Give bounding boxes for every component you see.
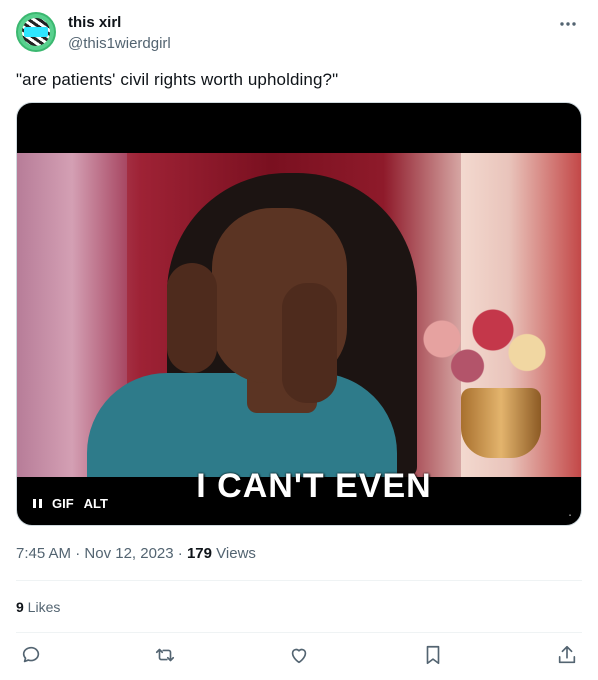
tweet-date[interactable]: Nov 12, 2023: [84, 545, 173, 562]
more-options-icon[interactable]: [556, 14, 580, 34]
tweet-header: this xirl @this1wierdgirl: [16, 12, 582, 56]
meta-separator: ·: [173, 545, 187, 562]
share-icon[interactable]: [556, 644, 580, 668]
likes-label: Likes: [23, 599, 61, 615]
tweet-meta: 7:45 AM · Nov 12, 2023 · 179 Views: [16, 545, 256, 562]
gif-media[interactable]: I CAN'T EVEN GIF ALT ▪: [16, 102, 582, 526]
meta-separator: ·: [71, 545, 85, 562]
tweet-time[interactable]: 7:45 AM: [16, 545, 71, 562]
views-count: 179: [186, 545, 212, 562]
bookmark-icon[interactable]: [422, 644, 446, 668]
action-bar: [16, 644, 582, 668]
gif-label: GIF: [52, 496, 74, 511]
likes-link[interactable]: 9 Likes: [16, 599, 60, 615]
divider: [16, 580, 582, 581]
likes-count: 9: [16, 599, 24, 615]
divider: [16, 632, 582, 633]
alt-button[interactable]: ALT: [84, 496, 108, 511]
pause-icon[interactable]: [33, 499, 42, 508]
retweet-icon[interactable]: [154, 644, 178, 668]
shirt: [87, 373, 397, 477]
watermark: ▪: [568, 513, 571, 519]
handle[interactable]: @this1wierdgirl: [68, 35, 171, 52]
media-controls: GIF ALT: [33, 496, 108, 511]
display-name[interactable]: this xirl: [68, 14, 121, 31]
tweet-text: "are patients' civil rights worth uphold…: [16, 70, 339, 89]
vase: [461, 388, 541, 458]
avatar[interactable]: [16, 12, 56, 52]
hand-left: [167, 263, 217, 373]
hand-right: [282, 283, 337, 403]
avatar-badge: [24, 27, 48, 37]
views-label: Views: [212, 545, 256, 562]
like-icon[interactable]: [288, 644, 312, 668]
gif-frame: [17, 153, 581, 477]
reply-icon[interactable]: [20, 644, 44, 668]
